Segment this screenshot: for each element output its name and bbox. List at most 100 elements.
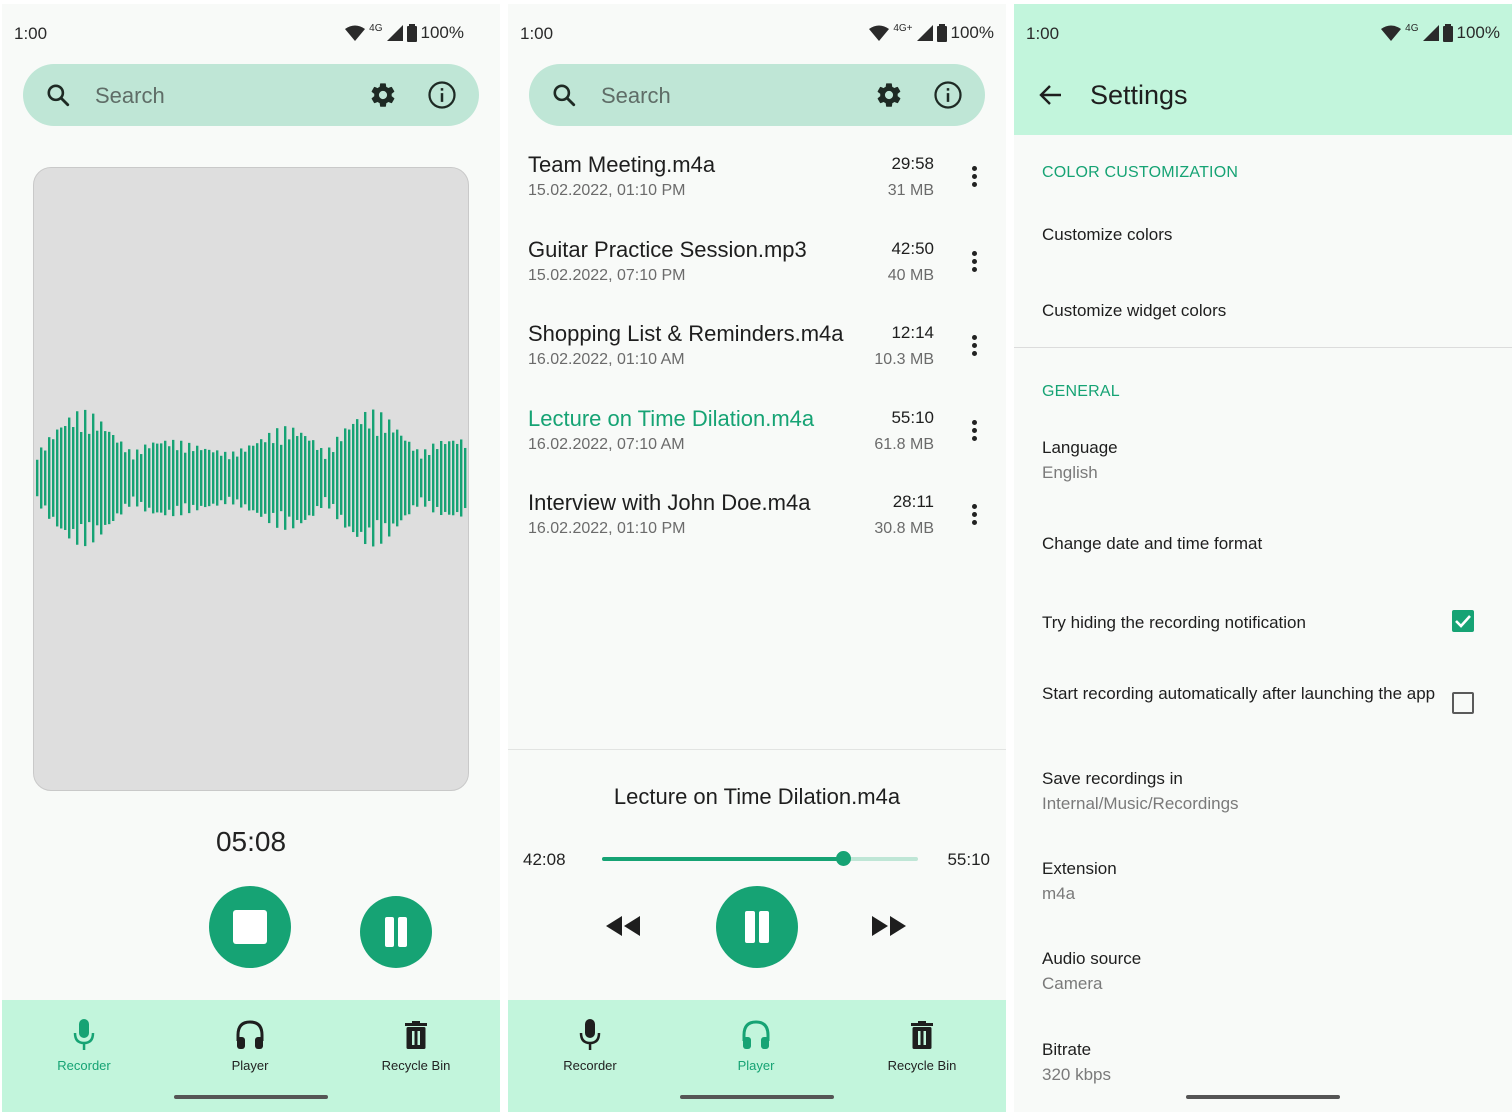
back-arrow-icon[interactable]: [1038, 84, 1062, 106]
waveform-bar: [456, 443, 459, 513]
checkmark-icon: [1455, 615, 1471, 628]
setting-hide-notification[interactable]: Try hiding the recording notification: [1042, 612, 1442, 634]
recording-size: 31 MB: [887, 182, 934, 199]
waveform-bar: [256, 443, 259, 513]
setting-customize-colors[interactable]: Customize colors: [1042, 224, 1442, 246]
waveform-bar: [76, 411, 79, 545]
waveform-bar: [200, 450, 203, 506]
battery-icon: [406, 24, 417, 42]
pause-recording-button[interactable]: [360, 896, 432, 968]
search-placeholder[interactable]: Search: [95, 83, 165, 109]
status-bar: 1:00 4G+ 100%: [508, 4, 1006, 62]
waveform-bar: [420, 458, 423, 498]
search-bar[interactable]: Search: [23, 64, 479, 126]
nav-recorder[interactable]: Recorder: [24, 1016, 144, 1073]
search-bar[interactable]: Search: [529, 64, 985, 126]
gear-icon[interactable]: [875, 81, 903, 109]
waveform-bar: [80, 431, 83, 525]
search-icon[interactable]: [45, 82, 71, 108]
trash-icon: [405, 1021, 427, 1049]
waveform-bar: [152, 442, 155, 514]
search-placeholder[interactable]: Search: [601, 83, 671, 109]
waveform-bar: [104, 431, 107, 525]
more-vert-icon[interactable]: [972, 250, 978, 275]
section-header-color: COLOR CUSTOMIZATION: [1042, 164, 1239, 181]
hide-notification-checkbox[interactable]: [1452, 610, 1474, 632]
info-icon[interactable]: [427, 80, 457, 110]
waveform-bar: [276, 428, 279, 528]
play-pause-button[interactable]: [716, 886, 798, 968]
home-indicator[interactable]: [174, 1095, 328, 1099]
home-indicator[interactable]: [1186, 1095, 1340, 1099]
waveform-bar: [288, 439, 291, 517]
home-indicator[interactable]: [680, 1095, 834, 1099]
waveform-bar: [348, 429, 351, 527]
waveform-bar: [52, 439, 55, 517]
seek-bar[interactable]: [602, 851, 918, 866]
wifi-icon: [869, 25, 890, 41]
seek-thumb[interactable]: [836, 851, 852, 866]
setting-title: Bitrate: [1042, 1040, 1092, 1059]
waveform-bar: [56, 429, 59, 527]
auto-start-checkbox[interactable]: [1452, 692, 1474, 714]
waveform-bar: [404, 440, 407, 516]
search-icon[interactable]: [551, 82, 577, 108]
setting-date-time-format[interactable]: Change date and time format: [1042, 533, 1442, 555]
nav-player[interactable]: Player: [190, 1016, 310, 1073]
waveform-bar: [356, 419, 359, 537]
more-vert-icon[interactable]: [972, 419, 978, 444]
setting-title: Customize widget colors: [1042, 301, 1227, 320]
list-item[interactable]: Shopping List & Reminders.m4a 16.02.2022…: [508, 313, 1006, 398]
setting-title: Audio source: [1042, 949, 1142, 968]
nav-recycle-bin[interactable]: Recycle Bin: [356, 1016, 476, 1073]
waveform-bar: [364, 411, 367, 545]
waveform-bar: [176, 450, 179, 506]
waveform-bar: [40, 447, 43, 509]
waveform-bar: [64, 426, 67, 530]
setting-language[interactable]: Language English: [1042, 437, 1442, 484]
list-item[interactable]: Interview with John Doe.m4a 16.02.2022, …: [508, 482, 1006, 567]
more-vert-icon[interactable]: [972, 504, 978, 528]
waveform-bar: [440, 440, 443, 516]
headphones-icon: [236, 1020, 264, 1049]
info-icon[interactable]: [933, 80, 963, 110]
list-item[interactable]: Team Meeting.m4a 15.02.2022, 01:10 PM 29…: [508, 144, 1006, 229]
wifi-icon: [1381, 25, 1402, 41]
stop-button[interactable]: [209, 886, 291, 968]
nav-recorder[interactable]: Recorder: [530, 1016, 650, 1073]
waveform-bar: [328, 447, 331, 509]
waveform-bar: [432, 443, 435, 513]
setting-auto-start[interactable]: Start recording automatically after laun…: [1042, 683, 1437, 705]
waveform-bar: [48, 437, 51, 519]
list-item-active[interactable]: Lecture on Time Dilation.m4a 16.02.2022,…: [508, 398, 1006, 483]
recording-timer: 05:08: [215, 826, 287, 857]
nav-recycle-bin-label: Recycle Bin: [381, 1058, 451, 1073]
recording-date: 15.02.2022, 01:10 PM: [528, 182, 686, 199]
setting-audio-source[interactable]: Audio source Camera: [1042, 948, 1442, 995]
setting-customize-widget-colors[interactable]: Customize widget colors: [1042, 300, 1442, 322]
status-time: 1:00: [14, 24, 48, 43]
setting-bitrate[interactable]: Bitrate 320 kbps: [1042, 1039, 1442, 1086]
list-item[interactable]: Guitar Practice Session.mp3 15.02.2022, …: [508, 229, 1006, 314]
waveform-bar: [96, 430, 99, 526]
recording-duration: 55:10: [891, 407, 934, 427]
waveform-bar: [36, 459, 39, 497]
wifi-icon: [345, 25, 366, 41]
bottom-navigation: Recorder Player Recycle Bin: [508, 1000, 1006, 1112]
nav-player[interactable]: Player: [696, 1016, 816, 1073]
nav-recycle-bin[interactable]: Recycle Bin: [862, 1016, 982, 1073]
settings-screen: 1:00 4G 100% Settings COLOR CUSTOMIZATIO…: [1014, 4, 1512, 1112]
more-vert-icon[interactable]: [972, 335, 978, 359]
fast-forward-icon[interactable]: [870, 914, 908, 938]
setting-save-location[interactable]: Save recordings in Internal/Music/Record…: [1042, 768, 1442, 815]
setting-value: m4a: [1042, 884, 1076, 903]
recording-date: 16.02.2022, 01:10 PM: [528, 520, 686, 537]
more-vert-icon[interactable]: [972, 166, 978, 190]
waveform-bar: [296, 436, 299, 520]
setting-title: Start recording automatically after laun…: [1042, 684, 1436, 703]
setting-title: Try hiding the recording notification: [1042, 613, 1306, 632]
gear-icon[interactable]: [369, 81, 397, 109]
setting-extension[interactable]: Extension m4a: [1042, 858, 1442, 905]
rewind-icon[interactable]: [604, 914, 642, 938]
waveform-bar: [352, 423, 355, 533]
